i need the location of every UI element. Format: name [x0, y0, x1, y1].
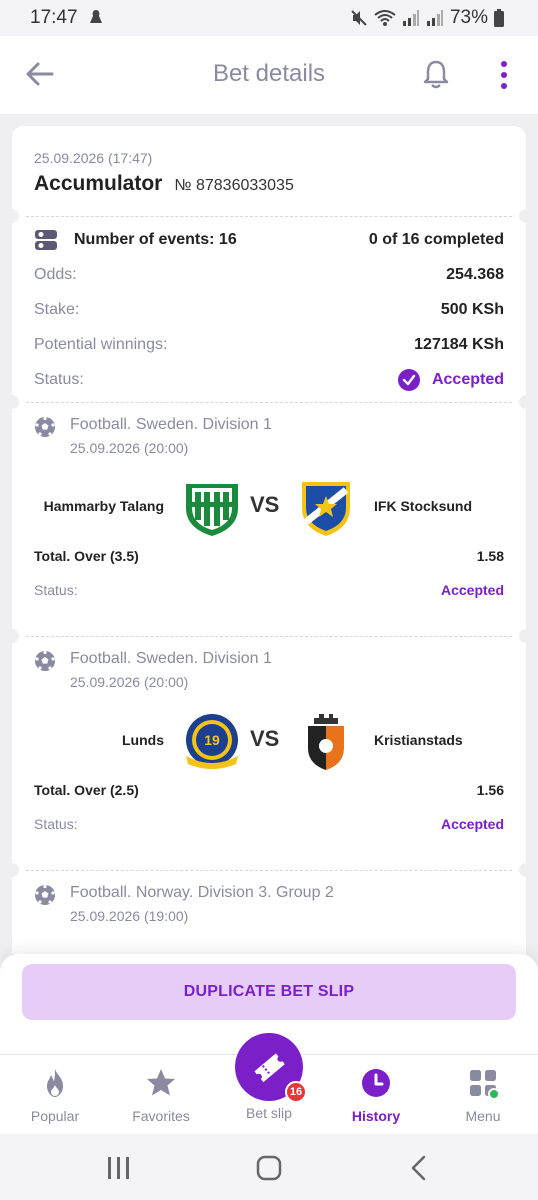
event-card[interactable]: Football. Sweden. Division 1 25.09.2026 …	[5, 395, 533, 636]
stake-value: 500 KSh	[440, 301, 504, 318]
nav-betslip-label: Bet slip	[246, 1105, 292, 1121]
status-row: Status: Accepted	[34, 368, 504, 392]
signal-2-icon	[426, 10, 443, 26]
stake-row: Stake: 500 KSh	[34, 298, 504, 322]
more-vert-icon[interactable]	[496, 60, 512, 90]
kristianstads-logo-icon	[308, 714, 344, 770]
nav-history-label: History	[351, 1108, 401, 1124]
vs-label: VS	[250, 492, 280, 517]
bet-header-card: 25.09.2026 (17:47) Accumulator № 8783603…	[12, 126, 526, 216]
clock-icon	[362, 1069, 390, 1097]
duplicate-bet-slip-button[interactable]: DUPLICATE BET SLIP	[22, 964, 516, 1020]
home-icon[interactable]	[254, 1154, 284, 1182]
football-icon	[35, 416, 55, 437]
event-card[interactable]: Football. Norway. Division 3. Group 2 25…	[5, 863, 533, 954]
fire-icon	[47, 1069, 63, 1097]
event-league: Football. Norway. Division 3. Group 2	[70, 884, 334, 901]
system-nav-bar	[0, 1134, 538, 1200]
bet-date: 25.09.2026 (17:47)	[34, 150, 153, 166]
recent-apps-icon[interactable]	[104, 1154, 134, 1182]
grid-icon	[470, 1070, 500, 1100]
page-title: Bet details	[212, 60, 326, 87]
events-completed: 0 of 16 completed	[368, 231, 504, 248]
status-bar: 17:47 73%	[0, 0, 538, 36]
notification-icon	[89, 10, 102, 23]
event-status-label: Status:	[34, 816, 78, 832]
stake-label: Stake:	[34, 301, 80, 318]
mute-icon	[351, 10, 367, 26]
bottom-nav: Popular Favorites 16 Bet slip History Me…	[0, 1033, 538, 1134]
star-icon	[147, 1069, 175, 1096]
event-status-row: Status: Accepted	[34, 816, 504, 832]
bet-summary-card: Number of events: 16 0 of 16 completed O…	[5, 209, 533, 402]
event-date: 25.09.2026 (20:00)	[70, 440, 189, 456]
event-league: Football. Sweden. Division 1	[70, 416, 272, 433]
toggle-icon	[35, 230, 57, 250]
bet-slip-count-badge: 16	[285, 1081, 307, 1103]
match-row: Lunds 19 VS Kristianstads	[12, 712, 526, 772]
ifk-stocksund-logo-icon	[302, 482, 350, 536]
market-name: Total. Over (2.5)	[34, 782, 139, 798]
signal-icon	[402, 10, 419, 26]
nav-menu-label: Menu	[465, 1108, 501, 1124]
check-circle-icon	[397, 369, 420, 391]
home-team: Lunds	[122, 732, 164, 748]
events-row: Number of events: 16 0 of 16 completed	[34, 228, 504, 252]
odds-label: Odds:	[34, 266, 77, 283]
nav-history[interactable]: History	[326, 1067, 426, 1124]
nav-popular[interactable]: Popular	[5, 1067, 105, 1124]
bell-icon[interactable]	[420, 58, 452, 90]
away-team: Kristianstads	[374, 732, 463, 748]
nav-favorites-label: Favorites	[132, 1108, 190, 1124]
home-team: Hammarby Talang	[43, 498, 164, 514]
system-back-icon[interactable]	[404, 1154, 434, 1182]
odds-value: 254.368	[446, 266, 504, 283]
event-league: Football. Sweden. Division 1	[70, 650, 272, 667]
market-name: Total. Over (3.5)	[34, 548, 139, 564]
football-icon	[35, 884, 55, 905]
bet-details-scroll[interactable]: 25.09.2026 (17:47) Accumulator № 8783603…	[0, 114, 538, 954]
nav-menu[interactable]: Menu	[433, 1067, 533, 1124]
winnings-value: 127184 KSh	[414, 336, 504, 353]
nav-popular-label: Popular	[30, 1108, 80, 1124]
ticket-icon	[254, 1053, 285, 1083]
wifi-icon	[374, 10, 396, 26]
app-header: Bet details	[0, 36, 538, 114]
event-status-label: Status:	[34, 582, 78, 598]
market-odd: 1.56	[476, 782, 504, 798]
hammarby-logo-icon	[186, 484, 238, 536]
vs-label: VS	[250, 726, 280, 751]
event-status-row: Status: Accepted	[34, 582, 504, 598]
market-row: Total. Over (2.5) 1.56	[34, 782, 504, 798]
odds-row: Odds: 254.368	[34, 263, 504, 287]
winnings-row: Potential winnings: 127184 KSh	[34, 333, 504, 357]
match-row: Hammarby Talang VS IFK Stocksund	[12, 478, 526, 538]
svg-text:19: 19	[204, 732, 220, 748]
event-date: 25.09.2026 (20:00)	[70, 674, 189, 690]
lunds-bk-logo-icon: 19	[186, 714, 238, 769]
event-card[interactable]: Football. Sweden. Division 1 25.09.2026 …	[5, 629, 533, 870]
football-icon	[35, 650, 55, 671]
market-row: Total. Over (3.5) 1.58	[34, 548, 504, 564]
away-team: IFK Stocksund	[374, 498, 473, 514]
status-time: 17:47	[30, 7, 78, 28]
bet-type: Accumulator	[34, 172, 163, 195]
event-status-value: Accepted	[440, 582, 504, 598]
market-odd: 1.58	[476, 548, 504, 564]
events-count: Number of events: 16	[74, 231, 237, 248]
status-label: Status:	[34, 371, 84, 388]
event-date: 25.09.2026 (19:00)	[70, 908, 189, 924]
winnings-label: Potential winnings:	[34, 336, 168, 353]
bet-number: № 87836033035	[174, 177, 294, 194]
nav-favorites[interactable]: Favorites	[111, 1067, 211, 1124]
status-value: Accepted	[431, 371, 504, 388]
event-status-value: Accepted	[440, 816, 504, 832]
battery-percent: 73%	[449, 7, 488, 28]
battery-icon	[494, 9, 504, 27]
